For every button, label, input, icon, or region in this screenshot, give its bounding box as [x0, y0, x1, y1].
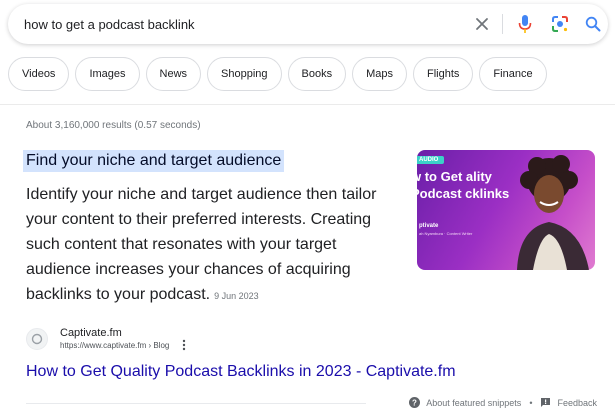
header-divider: [0, 104, 615, 105]
search-box: [8, 4, 608, 44]
source-url: https://www.captivate.fm › Blog: [60, 341, 170, 350]
featured-snippet-thumbnail[interactable]: AUDIO w to Get ality Podcast cklinks pti…: [417, 150, 595, 270]
feedback-label: Feedback: [557, 397, 597, 408]
site-favicon-icon: [26, 328, 48, 350]
result-source[interactable]: Captivate.fm https://www.captivate.fm › …: [26, 326, 189, 352]
featured-snippet-text: Identify your niche and target audience …: [26, 186, 377, 303]
chip-images[interactable]: Images: [75, 57, 140, 91]
search-icon[interactable]: [583, 14, 603, 34]
thumbnail-subtitle-secondary: ah Nyambura · Content Writer: [419, 231, 473, 236]
result-stats: About 3,160,000 results (0.57 seconds): [26, 120, 201, 131]
close-icon[interactable]: [472, 14, 492, 34]
feedback-icon: [541, 398, 551, 407]
featured-snippet-date: 9 Jun 2023: [214, 291, 259, 301]
chip-maps[interactable]: Maps: [352, 57, 408, 91]
source-site-name: Captivate.fm: [60, 327, 122, 339]
chip-flights[interactable]: Flights: [413, 57, 474, 91]
svg-text:?: ?: [412, 398, 417, 407]
snippet-footer-divider: [26, 403, 366, 404]
thumbnail-title: w to Get ality Podcast cklinks: [417, 169, 510, 201]
chip-books[interactable]: Books: [287, 57, 347, 91]
google-lens-icon[interactable]: [550, 14, 570, 34]
chip-videos[interactable]: Videos: [8, 57, 70, 91]
featured-snippet-body: Identify your niche and target audience …: [26, 182, 398, 309]
snippet-footer: ? About featured snippets • Feedback: [409, 397, 597, 408]
search-input[interactable]: [24, 4, 444, 44]
feedback-link[interactable]: Feedback: [540, 397, 597, 408]
chip-finance[interactable]: Finance: [479, 57, 547, 91]
about-featured-snippets-label: About featured snippets: [426, 397, 522, 408]
microphone-icon[interactable]: [515, 14, 535, 34]
chip-shopping[interactable]: Shopping: [207, 57, 282, 91]
more-options-icon[interactable]: [179, 338, 189, 352]
featured-snippet-heading: Find your niche and target audience: [23, 150, 285, 172]
filter-chips: Videos Images News Shopping Books Maps F…: [8, 57, 547, 91]
result-title-link[interactable]: How to Get Quality Podcast Backlinks in …: [26, 362, 456, 382]
source-text: Captivate.fm https://www.captivate.fm › …: [60, 326, 169, 352]
footer-separator: •: [529, 397, 533, 408]
thumbnail-tag: AUDIO: [417, 156, 445, 164]
thumbnail-person-photo: [517, 155, 589, 270]
chip-news[interactable]: News: [145, 57, 202, 91]
search-box-divider: [502, 14, 503, 34]
thumbnail-subtitle: ptivate: [419, 223, 439, 229]
about-featured-snippets-link[interactable]: ? About featured snippets: [409, 397, 521, 408]
help-icon: ?: [409, 397, 421, 408]
